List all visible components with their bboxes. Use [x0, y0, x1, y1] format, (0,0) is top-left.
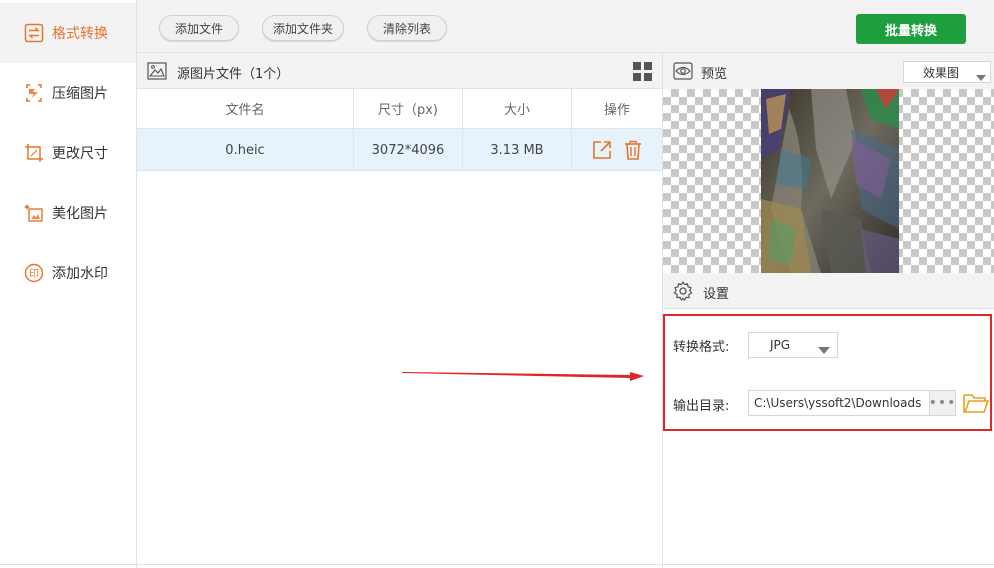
chevron-down-icon: [976, 70, 986, 84]
column-header-size[interactable]: 大小: [463, 89, 572, 129]
sidebar-item-beautify[interactable]: 美化图片: [0, 183, 136, 243]
sidebar-item-format-convert[interactable]: 格式转换: [0, 3, 136, 63]
gear-icon: [673, 280, 693, 305]
file-panel: 源图片文件（1个） 文件名 尺寸（px) 大小 操作 0.heic 3072*4…: [137, 53, 662, 568]
cell-size: 3.13 MB: [463, 129, 572, 171]
format-select[interactable]: JPG: [748, 332, 838, 358]
open-external-icon[interactable]: [592, 140, 612, 160]
eye-icon: [673, 62, 693, 84]
cell-actions: [572, 129, 662, 171]
chevron-down-icon: [818, 343, 830, 357]
app-window: 格式转换 压缩图片 更改尺寸 美化图片 印 添加水印 添加文件 添加文件夹 清除…: [0, 0, 994, 568]
delete-icon[interactable]: [624, 140, 642, 160]
sidebar-item-label: 美化图片: [52, 206, 108, 222]
file-panel-header: 源图片文件（1个）: [137, 53, 662, 89]
preview-mode-select[interactable]: 效果图: [903, 61, 991, 83]
sidebar-item-label: 添加水印: [52, 266, 108, 282]
settings-title: 设置: [703, 287, 730, 302]
format-select-value: JPG: [770, 338, 791, 352]
bottom-divider: [0, 564, 994, 565]
beautify-icon: [24, 203, 44, 223]
sidebar-item-label: 格式转换: [52, 26, 108, 42]
toolbar: 添加文件 添加文件夹 清除列表 批量转换: [137, 0, 994, 53]
preview-header: 预览 效果图: [663, 53, 994, 89]
cell-filename: 0.heic: [137, 129, 354, 171]
svg-text:印: 印: [29, 268, 39, 280]
column-header-dimensions[interactable]: 尺寸（px): [354, 89, 463, 129]
resize-icon: [24, 143, 44, 163]
table-row[interactable]: 0.heic 3072*4096 3.13 MB: [137, 129, 662, 171]
output-dir-label: 输出目录:: [673, 399, 730, 414]
sidebar-item-label: 压缩图片: [52, 86, 108, 102]
grid-view-icon[interactable]: [633, 62, 652, 85]
clear-list-button[interactable]: 清除列表: [367, 15, 447, 41]
sidebar-item-label: 更改尺寸: [52, 146, 108, 162]
compress-icon: [24, 83, 44, 103]
open-folder-icon[interactable]: [963, 391, 990, 419]
sidebar-item-resize[interactable]: 更改尺寸: [0, 123, 136, 183]
sidebar-item-compress[interactable]: 压缩图片: [0, 63, 136, 123]
format-label: 转换格式:: [673, 340, 730, 355]
watermark-icon: 印: [24, 263, 44, 283]
add-file-button[interactable]: 添加文件: [159, 15, 239, 41]
preview-mode-value: 效果图: [923, 65, 960, 80]
red-arrow-annotation: [402, 372, 644, 381]
preview-title: 预览: [701, 67, 728, 82]
output-path-field[interactable]: C:\Users\yssoft2\Downloads: [748, 390, 956, 416]
file-panel-title: 源图片文件（1个）: [177, 67, 290, 82]
preview-canvas: [663, 89, 994, 273]
column-header-filename[interactable]: 文件名: [137, 89, 354, 129]
sidebar-item-watermark[interactable]: 印 添加水印: [0, 243, 136, 303]
add-folder-button[interactable]: 添加文件夹: [262, 15, 344, 41]
settings-header: 设置: [663, 273, 994, 309]
batch-convert-button[interactable]: 批量转换: [856, 14, 966, 44]
cell-dimensions: 3072*4096: [354, 129, 463, 171]
preview-image: [761, 89, 899, 273]
column-header-actions: 操作: [572, 89, 662, 129]
convert-icon: [24, 23, 44, 43]
browse-path-button[interactable]: •••: [929, 391, 955, 415]
sidebar: 格式转换 压缩图片 更改尺寸 美化图片 印 添加水印: [0, 0, 137, 568]
image-icon: [147, 62, 167, 84]
